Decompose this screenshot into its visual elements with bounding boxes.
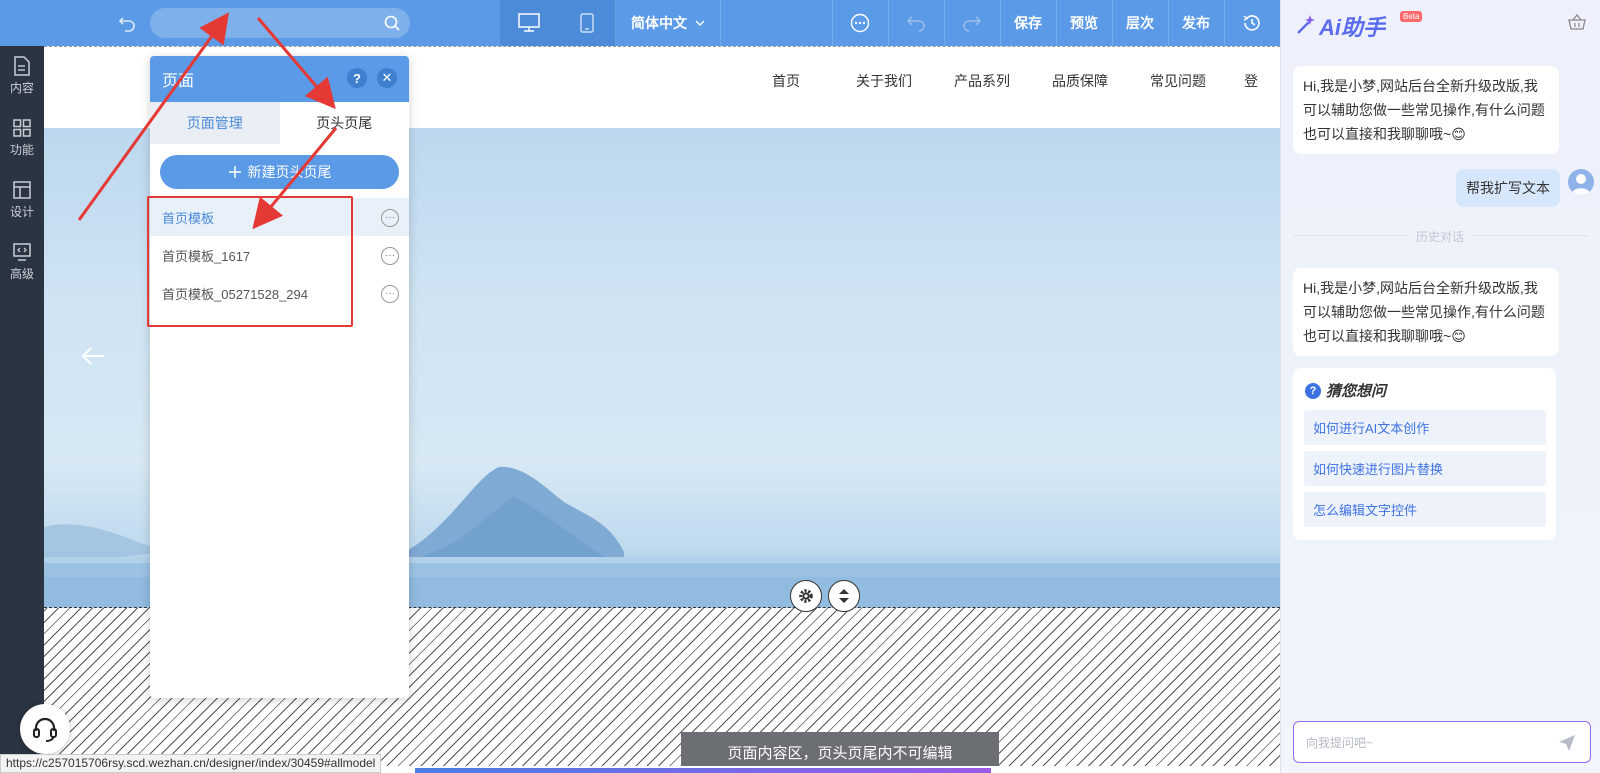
undo-icon xyxy=(906,16,925,32)
ai-title: Ai助手 xyxy=(1319,15,1386,40)
more-options-icon[interactable]: ··· xyxy=(381,247,399,265)
clear-basket-icon[interactable] xyxy=(1568,14,1586,30)
loading-progress-bar xyxy=(415,768,991,773)
beta-badge: Beta xyxy=(1400,11,1423,22)
language-select[interactable]: 简体中文 xyxy=(616,0,720,46)
arrow-left-icon[interactable] xyxy=(80,343,106,369)
smile-emoji: 😊 xyxy=(1451,328,1466,344)
input-placeholder: 向我提问吧~ xyxy=(1306,735,1374,750)
mobile-view-button[interactable] xyxy=(558,0,616,46)
customer-support-button[interactable] xyxy=(20,704,70,754)
more-options-button[interactable] xyxy=(832,0,888,46)
status-bar-url: https://c257015706rsy.scd.wezhan.cn/desi… xyxy=(0,754,382,773)
section-move-button[interactable] xyxy=(828,580,860,612)
search-icon xyxy=(384,15,400,31)
question-icon: ? xyxy=(1305,382,1321,399)
headset-icon xyxy=(33,717,57,742)
file-icon xyxy=(14,56,30,76)
tab-header-footer[interactable]: 页头页尾 xyxy=(279,102,409,144)
ai-message-text: Hi,我是小梦,网站后台全新升级改版,我可以辅助您做一些常见操作,有什么问题也可… xyxy=(1303,280,1545,344)
template-list: 首页模板 ··· 首页模板_1617 ··· 首页模板_05271528_294… xyxy=(150,198,409,312)
undo-button[interactable] xyxy=(888,0,944,46)
move-updown-icon xyxy=(839,589,849,603)
list-item[interactable]: 首页模板_1617 ··· xyxy=(150,236,409,274)
new-header-footer-button[interactable]: 新建页头页尾 xyxy=(160,155,399,189)
suggested-question[interactable]: 怎么编辑文字控件 xyxy=(1304,492,1546,527)
mobile-icon xyxy=(580,13,594,33)
history-label: 历史对话 xyxy=(1408,228,1473,245)
undo-icon xyxy=(118,17,135,32)
site-nav-faq[interactable]: 常见问题 xyxy=(1150,71,1206,91)
user-message: 帮我扩写文本 xyxy=(1456,169,1560,207)
site-nav-login[interactable]: 登 xyxy=(1244,71,1258,91)
undo-history-button[interactable] xyxy=(112,0,142,46)
tab-page-management[interactable]: 页面管理 xyxy=(150,102,280,144)
ai-message: Hi,我是小梦,网站后台全新升级改版,我可以辅助您做一些常见操作,有什么问题也可… xyxy=(1293,66,1559,154)
desktop-view-button[interactable] xyxy=(500,0,558,46)
suggested-questions-title: ? 猜您想问 xyxy=(1305,380,1386,401)
site-nav-home[interactable]: 首页 xyxy=(772,71,800,91)
ai-question-input[interactable]: 向我提问吧~ xyxy=(1293,721,1591,763)
new-button-label: 新建页头页尾 xyxy=(247,164,332,180)
sidebar-item-design[interactable]: 设计 xyxy=(0,180,44,230)
layers-button[interactable]: 层次 xyxy=(1112,0,1168,46)
sidebar-item-label: 高级 xyxy=(9,267,34,281)
more-circle-icon xyxy=(850,13,870,33)
ai-message-text: Hi,我是小梦,网站后台全新升级改版,我可以辅助您做一些常见操作,有什么问题也可… xyxy=(1303,78,1545,142)
history-clock-icon xyxy=(1243,15,1260,31)
ai-assistant-panel: Ai助手 Beta Hi,我是小梦,网站后台全新升级改版,我可以辅助您做一些常见… xyxy=(1280,0,1600,773)
avatar xyxy=(1568,169,1594,195)
sidebar-item-content[interactable]: 内容 xyxy=(0,56,44,106)
redo-icon xyxy=(963,16,982,32)
sidebar-item-label: 功能 xyxy=(9,143,34,157)
sidebar-item-label: 内容 xyxy=(9,81,34,95)
plus-icon xyxy=(228,166,241,178)
list-item[interactable]: 首页模板 ··· xyxy=(150,198,409,236)
gear-icon xyxy=(799,589,813,603)
page-panel: 页面 ? ✕ 页面管理 页头页尾 新建页头页尾 首页模板 ··· 首页模板_16… xyxy=(150,56,409,698)
chevron-down-icon xyxy=(695,20,705,26)
language-label: 简体中文 xyxy=(631,15,687,31)
redo-button[interactable] xyxy=(944,0,1000,46)
template-name: 首页模板_05271528_294 xyxy=(162,286,308,302)
layout-icon xyxy=(13,181,31,199)
guess-title-text: 猜您想问 xyxy=(1326,383,1387,400)
template-name: 首页模板_1617 xyxy=(162,248,251,264)
page-panel-header: 页面 ? ✕ xyxy=(150,56,409,102)
user-icon xyxy=(1571,174,1591,195)
save-button[interactable]: 保存 xyxy=(1000,0,1056,46)
search-input[interactable] xyxy=(150,8,410,38)
content-area-notice: 页面内容区，页头页尾内不可编辑 xyxy=(681,732,999,766)
suggested-question[interactable]: 如何快速进行图片替换 xyxy=(1304,451,1546,486)
page-panel-title: 页面 xyxy=(162,73,195,90)
grid-icon xyxy=(13,119,31,137)
preview-button[interactable]: 预览 xyxy=(1056,0,1112,46)
ai-message: Hi,我是小梦,网站后台全新升级改版,我可以辅助您做一些常见操作,有什么问题也可… xyxy=(1293,268,1559,356)
sidebar-item-features[interactable]: 功能 xyxy=(0,118,44,168)
page-panel-tabs: 页面管理 页头页尾 xyxy=(150,102,409,144)
template-name: 首页模板 xyxy=(162,210,215,226)
history-button[interactable] xyxy=(1224,0,1280,46)
site-nav-products[interactable]: 产品系列 xyxy=(954,71,1010,91)
more-options-icon[interactable]: ··· xyxy=(381,209,399,227)
desktop-icon xyxy=(518,13,540,32)
sparkle-wand-icon xyxy=(1297,15,1315,34)
sidebar-item-label: 设计 xyxy=(9,205,34,219)
suggested-questions-card: ? 猜您想问 如何进行AI文本创作 如何快速进行图片替换 怎么编辑文字控件 xyxy=(1293,368,1556,540)
suggested-question[interactable]: 如何进行AI文本创作 xyxy=(1304,410,1546,445)
publish-button[interactable]: 发布 xyxy=(1168,0,1224,46)
list-item[interactable]: 首页模板_05271528_294 ··· xyxy=(150,274,409,312)
left-sidebar: 内容 功能 设计 高级 xyxy=(0,46,44,773)
help-button[interactable]: ? xyxy=(347,68,367,88)
site-nav-about[interactable]: 关于我们 xyxy=(856,71,912,91)
close-button[interactable]: ✕ xyxy=(377,68,397,88)
top-toolbar: 简体中文 保存 预览 层次 发布 xyxy=(0,0,1280,46)
send-icon[interactable] xyxy=(1558,734,1576,752)
code-monitor-icon xyxy=(13,243,31,261)
section-settings-button[interactable] xyxy=(790,580,822,612)
sidebar-item-advanced[interactable]: 高级 xyxy=(0,242,44,292)
smile-emoji: 😊 xyxy=(1451,126,1466,142)
site-nav-quality[interactable]: 品质保障 xyxy=(1052,71,1108,91)
more-options-icon[interactable]: ··· xyxy=(381,285,399,303)
